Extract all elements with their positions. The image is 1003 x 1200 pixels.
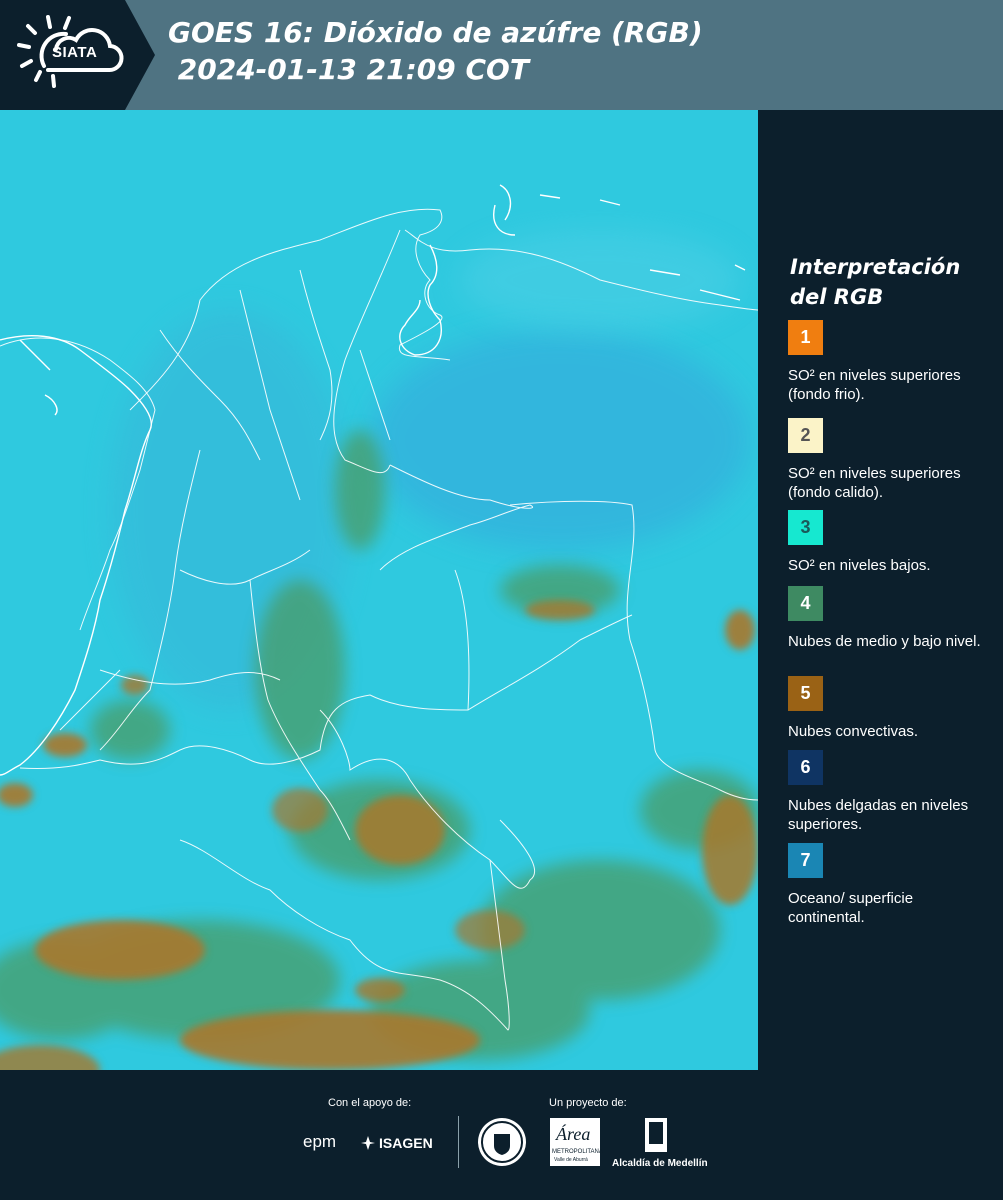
legend-swatch: 4	[788, 586, 823, 621]
legend-item-1: 1 SO² en niveles superiores (fondo frio)…	[788, 320, 993, 404]
medellin-seal	[478, 1118, 526, 1166]
legend-item-7: 7 Oceano/ superficie continental.	[788, 843, 993, 927]
legend-swatch: 6	[788, 750, 823, 785]
siata-logo: SIATA	[14, 14, 126, 96]
area-logo-sub2: Valle de Aburrá	[554, 1157, 588, 1163]
legend-label: Nubes delgadas en niveles superiores.	[788, 797, 969, 833]
satellite-map	[0, 110, 758, 1070]
legend-item-5: 5 Nubes convectivas.	[788, 676, 993, 741]
footer-divider	[458, 1116, 459, 1168]
crest-icon	[649, 1122, 663, 1144]
legend-swatch: 7	[788, 843, 823, 878]
area-metropolitana-logo: Área METROPOLITANA Valle de Aburrá	[550, 1118, 603, 1166]
alcaldia-crest	[645, 1118, 667, 1152]
title-line-2: 2024-01-13 21:09 COT	[168, 53, 529, 86]
legend-item-6: 6 Nubes delgadas en niveles superiores.	[788, 750, 993, 834]
epm-logo: epm	[303, 1132, 337, 1151]
title-line-1: GOES 16: Dióxido de azúfre (RGB)	[168, 16, 703, 49]
legend-item-3: 3 SO² en niveles bajos.	[788, 510, 993, 575]
area-logo-sub: METROPOLITANA	[552, 1149, 603, 1155]
legend-swatch: 2	[788, 418, 823, 453]
legend-label: SO² en niveles superiores (fondo frio).	[788, 367, 961, 403]
alcaldia-text: Alcaldía de Medellín	[612, 1158, 708, 1169]
seal-icon	[481, 1121, 523, 1163]
legend-swatch: 1	[788, 320, 823, 355]
header-bar: SIATA GOES 16: Dióxido de azúfre (RGB) 2…	[0, 0, 1003, 110]
legend-label: SO² en niveles bajos.	[788, 557, 931, 574]
legend-panel: Interpretación del RGB 1 SO² en niveles …	[758, 110, 1003, 1070]
area-logo-text: Área	[556, 1124, 591, 1144]
legend-label: Nubes de medio y bajo nivel.	[788, 633, 981, 650]
page-title: GOES 16: Dióxido de azúfre (RGB) 2024-01…	[168, 14, 703, 88]
legend-item-4: 4 Nubes de medio y bajo nivel.	[788, 586, 993, 651]
isagen-logo: ISAGEN	[360, 1134, 433, 1152]
project-label: Un proyecto de:	[549, 1097, 627, 1109]
legend-title: Interpretación del RGB	[790, 255, 961, 309]
legend-item-2: 2 SO² en niveles superiores (fondo calid…	[788, 418, 993, 502]
legend-label: Nubes convectivas.	[788, 723, 919, 740]
legend-label: Oceano/ superficie continental.	[788, 890, 914, 926]
legend-label: SO² en niveles superiores (fondo calido)…	[788, 465, 961, 501]
isagen-mark-icon	[361, 1136, 375, 1150]
isagen-text: ISAGEN	[379, 1135, 433, 1151]
legend-swatch: 5	[788, 676, 823, 711]
legend-swatch: 3	[788, 510, 823, 545]
support-label: Con el apoyo de:	[328, 1097, 412, 1109]
footer: Con el apoyo de: Un proyecto de: epm ISA…	[0, 1070, 1003, 1200]
siata-logo-text: SIATA	[52, 44, 98, 61]
